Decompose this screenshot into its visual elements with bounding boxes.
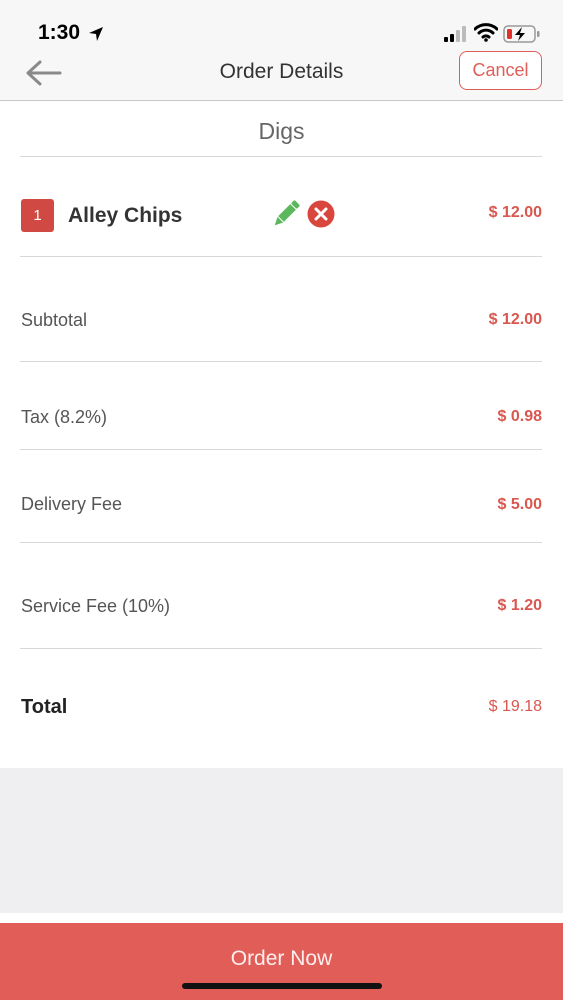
total-label: Total: [21, 696, 68, 718]
close-circle-icon[interactable]: [307, 200, 335, 228]
nav-bar: Order Details Cancel: [0, 48, 563, 101]
item-name: Alley Chips: [68, 204, 183, 227]
home-indicator: [182, 983, 382, 989]
delivery-fee-label: Delivery Fee: [21, 494, 123, 514]
status-bar: 1:30: [0, 0, 563, 48]
divider: [20, 256, 542, 257]
quantity-badge: 1: [21, 199, 54, 232]
divider: [20, 449, 542, 450]
divider: [20, 156, 542, 157]
status-time: 1:30: [38, 21, 81, 44]
cancel-button[interactable]: Cancel: [459, 51, 542, 90]
battery-charging-icon: [503, 25, 540, 43]
empty-background: [0, 768, 563, 913]
divider: [20, 542, 542, 543]
subtotal-label: Subtotal: [21, 310, 88, 330]
pencil-icon[interactable]: [271, 199, 301, 229]
subtotal-value: $ 12.00: [488, 311, 542, 328]
delivery-fee-value: $ 5.00: [497, 496, 542, 513]
service-fee-label: Service Fee (10%): [21, 596, 171, 616]
tax-label: Tax (8.2%): [21, 407, 108, 427]
total-value: $ 19.18: [488, 698, 542, 715]
divider: [20, 361, 542, 362]
tax-value: $ 0.98: [497, 408, 542, 425]
service-fee-value: $ 1.20: [497, 597, 542, 614]
restaurant-name: Digs: [258, 118, 305, 144]
location-arrow-icon: [89, 27, 103, 41]
wifi-icon: [474, 23, 498, 42]
divider: [20, 648, 542, 649]
item-price: $ 12.00: [488, 204, 542, 221]
cellular-signal-icon: [444, 26, 466, 42]
